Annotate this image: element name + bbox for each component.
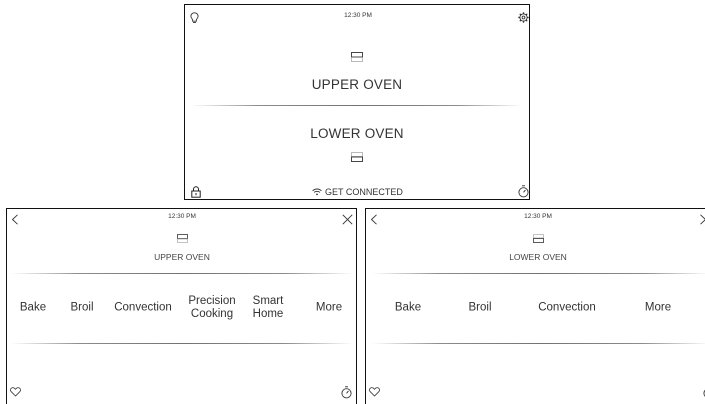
upper-oven-button[interactable]: UPPER OVEN <box>185 41 529 103</box>
get-connected-button[interactable]: GET CONNECTED <box>312 186 403 198</box>
lower-oven-icon <box>351 152 363 162</box>
forward-arrow-icon[interactable] <box>699 214 705 225</box>
lower-oven-icon <box>533 234 544 243</box>
lower-oven-screen: 12:30 PM LOWER OVEN Bake Broil Convection M… <box>365 208 705 404</box>
heart-icon[interactable] <box>10 387 21 397</box>
back-arrow-icon[interactable] <box>11 214 19 225</box>
clock-time: 12:30 PM <box>344 12 372 19</box>
menu-item-more[interactable]: More <box>316 302 342 315</box>
menu-item-broil[interactable]: Broil <box>70 302 93 315</box>
clock-time: 12:30 PM <box>524 213 552 220</box>
clock-time: 12:30 PM <box>168 213 196 220</box>
upper-oven-screen: 12:30 PM UPPER OVEN Bake Broil Convection P… <box>6 208 357 404</box>
upper-oven-label: UPPER OVEN <box>311 77 403 92</box>
heart-icon[interactable] <box>369 387 380 397</box>
menu-item-more[interactable]: More <box>645 302 671 315</box>
gear-icon[interactable] <box>518 12 529 23</box>
divider <box>11 343 353 344</box>
divider <box>191 105 523 106</box>
main-screen: 12:30 PM UPPER OVEN LOWER OVEN GET CONNE… <box>184 4 530 200</box>
upper-oven-icon <box>177 234 188 243</box>
lightbulb-icon[interactable] <box>190 12 199 24</box>
lower-oven-label: LOWER OVEN <box>310 126 404 141</box>
close-icon[interactable] <box>342 214 353 225</box>
oven-title: UPPER OVEN <box>154 252 210 262</box>
lower-oven-button[interactable]: LOWER OVEN <box>185 109 529 171</box>
timer-icon[interactable] <box>341 386 352 399</box>
back-arrow-icon[interactable] <box>370 214 378 225</box>
lock-icon[interactable] <box>191 186 201 198</box>
menu-item-bake[interactable]: Bake <box>395 302 421 315</box>
menu-item-smart-home[interactable]: Smart Home <box>253 295 284 321</box>
menu-item-broil[interactable]: Broil <box>468 302 491 315</box>
menu-item-convection[interactable]: Convection <box>114 302 172 315</box>
divider <box>372 343 705 344</box>
oven-title: LOWER OVEN <box>509 252 567 262</box>
divider <box>11 273 353 274</box>
menu-item-convection[interactable]: Convection <box>538 302 596 315</box>
wifi-icon <box>312 188 322 196</box>
menu-item-bake[interactable]: Bake <box>20 302 46 315</box>
menu-item-precision-cooking[interactable]: Precision Cooking <box>188 295 235 321</box>
divider <box>372 273 705 274</box>
timer-icon[interactable] <box>518 185 529 198</box>
upper-oven-icon <box>351 52 363 62</box>
get-connected-label: GET CONNECTED <box>325 187 403 197</box>
